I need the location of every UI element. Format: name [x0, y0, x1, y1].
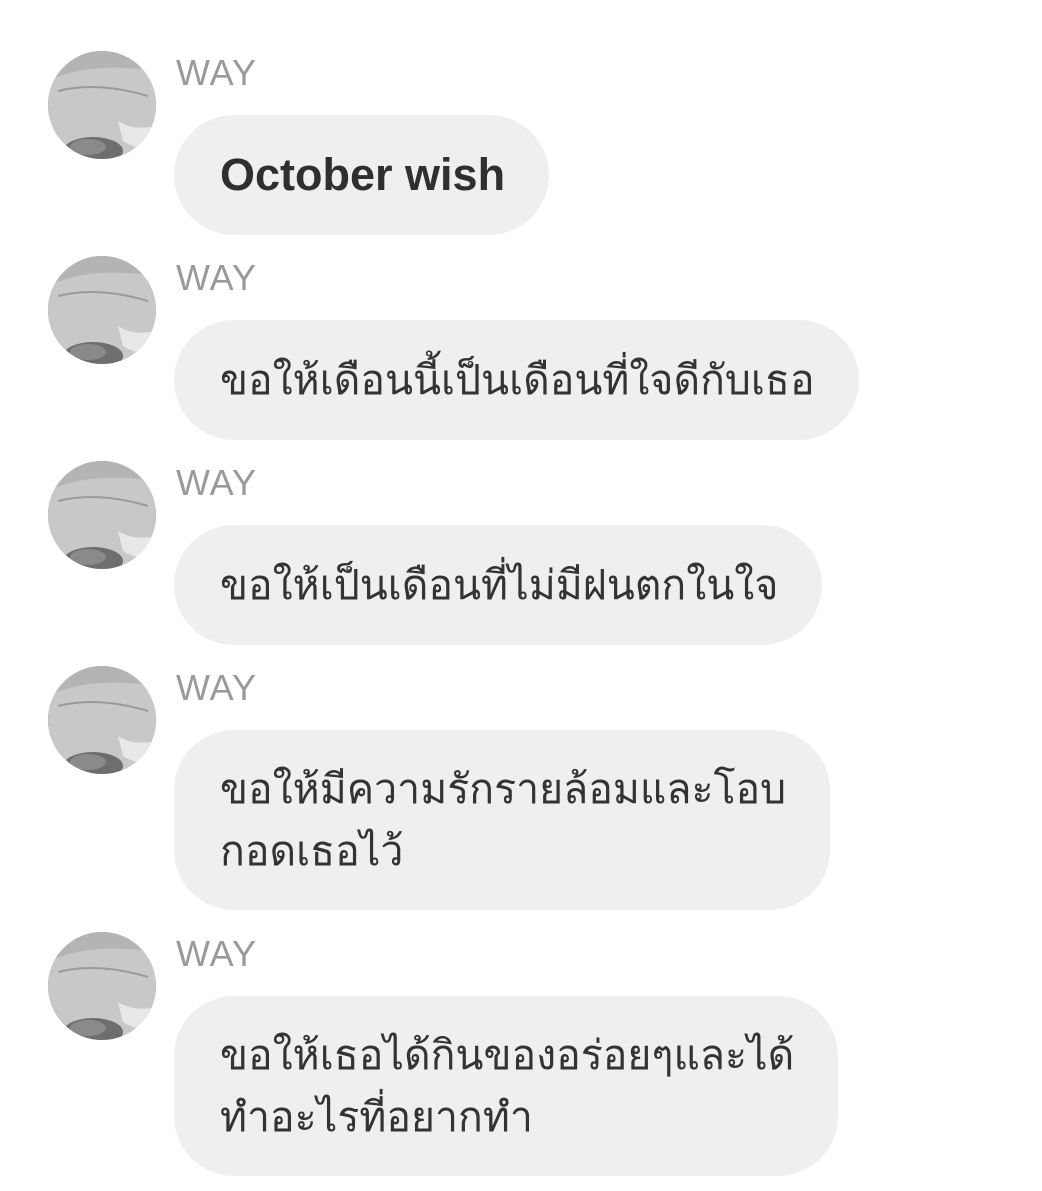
avatar-photo-icon: [48, 666, 156, 774]
message-bubble[interactable]: ขอให้มีความรักรายล้อมและโอบ กอดเธอไว้: [174, 730, 831, 910]
message-text: ขอให้เดือนนี้เป็นเดือนที่ใจดีกับเธอ: [220, 356, 815, 404]
avatar-photo-icon: [48, 51, 156, 159]
sender-name: WAY: [176, 667, 257, 708]
avatar-photo-icon: [48, 461, 156, 569]
avatar-photo-icon: [48, 256, 156, 364]
avatar[interactable]: [48, 461, 156, 569]
sender-name: WAY: [176, 933, 257, 974]
message-text: ขอให้เป็นเดือนที่ไม่มีฝนตกในใจ: [220, 561, 779, 609]
message-text: ขอให้มีความรักรายล้อมและโอบ กอดเธอไว้: [220, 765, 787, 875]
message-bubble[interactable]: ขอให้เดือนนี้เป็นเดือนที่ใจดีกับเธอ: [174, 320, 859, 440]
avatar[interactable]: [48, 256, 156, 364]
avatar[interactable]: [48, 932, 156, 1040]
message-bubble[interactable]: ขอให้เธอได้กินของอร่อยๆและได้ ทำอะไรที่อ…: [174, 996, 839, 1176]
avatar[interactable]: [48, 51, 156, 159]
avatar[interactable]: [48, 666, 156, 774]
message-bubble[interactable]: October wish: [174, 115, 550, 235]
sender-name: WAY: [176, 257, 257, 298]
message-text: ขอให้เธอได้กินของอร่อยๆและได้ ทำอะไรที่อ…: [220, 1031, 795, 1141]
sender-name: WAY: [176, 462, 257, 503]
message-bubble[interactable]: ขอให้เป็นเดือนที่ไม่มีฝนตกในใจ: [174, 525, 823, 645]
avatar-photo-icon: [48, 932, 156, 1040]
sender-name: WAY: [176, 52, 257, 93]
message-text: October wish: [220, 149, 506, 200]
